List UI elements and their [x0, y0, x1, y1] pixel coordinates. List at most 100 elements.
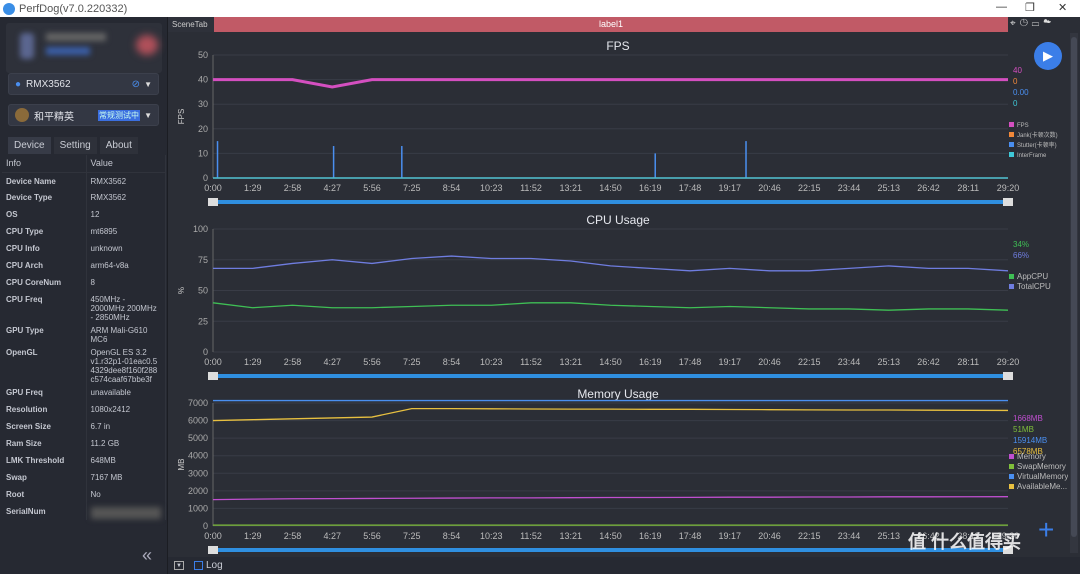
- table-row: Ram Size 11.2 GB: [2, 435, 166, 452]
- table-row: Swap 7167 MB: [2, 469, 166, 486]
- table-row: Root No: [2, 486, 166, 503]
- info-key: Resolution: [2, 401, 87, 418]
- app-icon: [15, 108, 29, 122]
- x-tick-label: 29:20: [997, 183, 1020, 193]
- chart-0: FPS FPS 0 10 20 30 40 50 0:00 1:29 2:58 4:27 5:56 7:2…: [177, 39, 1058, 206]
- x-tick-label: 1:29: [244, 357, 262, 367]
- x-tick-label: 25:13: [877, 183, 900, 193]
- table-row: LMK Threshold 648MB: [2, 452, 166, 469]
- test-status-badge: 常规测试中: [98, 109, 140, 121]
- legend-swatch: [1009, 284, 1014, 289]
- legend-label[interactable]: InterFrame: [1017, 153, 1047, 159]
- log-checkbox[interactable]: Log: [194, 560, 223, 571]
- legend-label[interactable]: TotalCPU: [1017, 282, 1051, 291]
- device-select[interactable]: ● RMX3562 ⊘ ▼: [8, 73, 159, 95]
- user-account[interactable]: [6, 23, 162, 73]
- device-info-table: Info Value Device Name RMX3562 Device Type RM…: [2, 155, 166, 520]
- info-value: No: [86, 486, 166, 503]
- slider-handle-left[interactable]: [208, 198, 218, 206]
- x-tick-label: 5:56: [363, 531, 381, 541]
- x-tick-label: 22:15: [798, 531, 821, 541]
- legend-swatch: [1009, 132, 1014, 137]
- close-button[interactable]: ✕: [1058, 1, 1067, 14]
- main-panel: SceneTab label1 ⌖◷▭☁ FPS FPS 0 10 20 30 40 50 0:…: [168, 17, 1080, 574]
- legend-label[interactable]: VirtualMemory: [1017, 472, 1068, 481]
- x-tick-label: 10:23: [480, 357, 503, 367]
- left-panel: ● RMX3562 ⊘ ▼ 和平精英 常规测试中 ▼ Device Settin…: [0, 17, 168, 574]
- x-tick-label: 25:13: [877, 357, 900, 367]
- chart-title: FPS: [606, 39, 629, 53]
- slider-handle-left[interactable]: [208, 546, 218, 554]
- series-line-3: [212, 407, 1009, 422]
- info-value: OpenGL ES 3.2 v1.r32p1-01eac0.5 4329dee8…: [86, 344, 166, 384]
- x-tick-label: 17:48: [679, 183, 702, 193]
- legend-label[interactable]: SwapMemory: [1017, 462, 1066, 471]
- x-tick-label: 7:25: [403, 357, 421, 367]
- time-range-slider[interactable]: [213, 374, 1008, 378]
- collapse-panel-icon[interactable]: «: [142, 545, 152, 566]
- info-key: SerialNum: [2, 503, 87, 520]
- legend-label[interactable]: Stutter(卡顿率): [1017, 141, 1057, 149]
- x-tick-label: 8:54: [443, 531, 461, 541]
- x-tick-label: 11:52: [520, 531, 542, 541]
- android-icon: ●: [15, 78, 22, 90]
- time-range-slider[interactable]: [213, 200, 1008, 204]
- slider-handle-left[interactable]: [208, 372, 218, 380]
- info-value: [86, 503, 166, 520]
- table-row: Info Value: [2, 155, 166, 173]
- y-tick-label: 3000: [188, 468, 208, 478]
- x-tick-label: 20:46: [758, 183, 781, 193]
- x-tick-label: 28:11: [957, 183, 979, 193]
- x-tick-label: 5:56: [363, 183, 381, 193]
- info-value: unknown: [86, 240, 166, 257]
- legend-label[interactable]: Jank(卡顿次数): [1017, 131, 1058, 139]
- info-key: LMK Threshold: [2, 452, 87, 469]
- app-select[interactable]: 和平精英 常规测试中 ▼: [8, 104, 159, 126]
- x-tick-label: 23:44: [838, 531, 861, 541]
- x-tick-label: 8:54: [443, 357, 461, 367]
- slider-handle-right[interactable]: [1003, 372, 1013, 380]
- tab-device[interactable]: Device: [8, 137, 51, 154]
- dropdown-icon[interactable]: ▼: [174, 561, 184, 570]
- legend-swatch: [1009, 142, 1014, 147]
- add-chart-button[interactable]: +: [1038, 514, 1054, 546]
- series-current-value: 0: [1013, 99, 1018, 108]
- y-tick-label: 20: [198, 124, 208, 134]
- tab-about[interactable]: About: [99, 137, 138, 154]
- tab-setting[interactable]: Setting: [53, 137, 97, 154]
- x-tick-label: 26:42: [917, 357, 940, 367]
- x-tick-label: 4:27: [323, 183, 341, 193]
- slider-handle-right[interactable]: [1003, 198, 1013, 206]
- x-tick-label: 11:52: [520, 183, 542, 193]
- x-tick-label: 0:00: [204, 357, 222, 367]
- info-key: OS: [2, 206, 87, 223]
- legend-swatch: [1009, 484, 1014, 489]
- series-line-0: [212, 302, 1009, 311]
- table-row: SerialNum: [2, 503, 166, 520]
- time-range-slider[interactable]: [213, 548, 1008, 552]
- play-button[interactable]: ▶: [1034, 42, 1062, 70]
- info-key: Info: [2, 155, 87, 173]
- y-tick-label: 7000: [188, 398, 208, 408]
- x-tick-label: 10:23: [480, 183, 503, 193]
- info-key: GPU Freq: [2, 384, 87, 401]
- series-current-value: 6578MB: [1013, 447, 1043, 456]
- x-tick-label: 13:21: [559, 357, 582, 367]
- x-tick-label: 11:52: [520, 357, 542, 367]
- info-key: Device Name: [2, 172, 87, 189]
- x-tick-label: 23:44: [838, 183, 861, 193]
- y-axis-label: %: [177, 287, 186, 294]
- legend-label[interactable]: FPS: [1017, 123, 1029, 129]
- x-tick-label: 1:29: [244, 531, 262, 541]
- info-key: CPU Type: [2, 223, 87, 240]
- legend-label[interactable]: AppCPU: [1017, 272, 1048, 281]
- x-tick-label: 20:46: [758, 357, 781, 367]
- y-axis-label: MB: [177, 459, 186, 471]
- legend-label[interactable]: AvailableMe...: [1017, 482, 1067, 491]
- scrollbar[interactable]: [1070, 33, 1078, 553]
- info-key: Ram Size: [2, 435, 87, 452]
- table-row: CPU Arch arm64-v8a: [2, 257, 166, 274]
- series-current-value: 34%: [1013, 240, 1029, 249]
- minimize-button[interactable]: —: [996, 1, 1007, 13]
- maximize-button[interactable]: ❐: [1025, 1, 1035, 14]
